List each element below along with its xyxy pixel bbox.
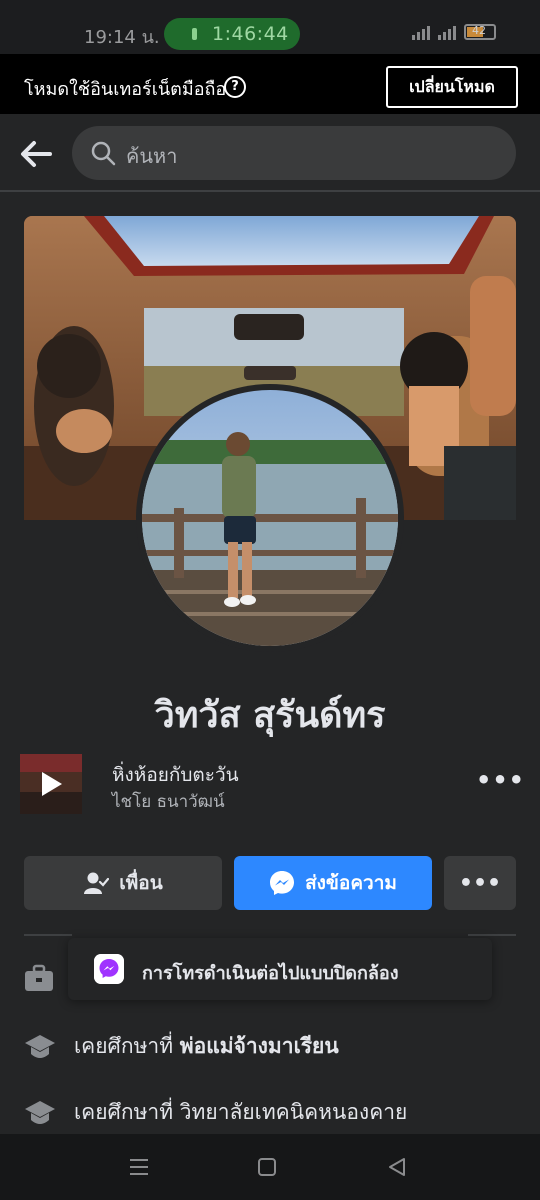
battery-icon: 42 xyxy=(464,24,496,40)
school-name-1[interactable]: พ่อแม่จ้างมาเรียน xyxy=(180,1034,339,1058)
song-artist: ไชโย ธนาวัฒน์ xyxy=(112,792,225,812)
messenger-icon xyxy=(270,871,295,895)
search-icon xyxy=(91,141,116,166)
call-status-toast: การโทรดำเนินต่อไปแบบปิดกล้อง xyxy=(68,938,492,1000)
messenger-icon xyxy=(94,954,124,984)
studied-at-prefix-2: เคยศึกษาที่ xyxy=(74,1099,174,1124)
search-placeholder: ค้นหา xyxy=(126,144,178,168)
education-row-2[interactable]: เคยศึกษาที่ วิทยาลัยเทคนิคหนองคาย xyxy=(24,1092,407,1132)
status-bar: 19:14 น. 1:46:44 42 xyxy=(0,0,540,54)
profile-avatar[interactable] xyxy=(142,390,398,646)
battery-level: 42 xyxy=(472,24,486,37)
nav-back-icon[interactable] xyxy=(386,1156,408,1178)
signal-icon-2 xyxy=(438,24,456,40)
school-name-2[interactable]: วิทยาลัยเทคนิคหนองคาย xyxy=(180,1100,408,1124)
help-icon[interactable]: ? xyxy=(224,76,246,98)
search-input[interactable]: ค้นหา xyxy=(72,126,516,180)
data-mode-text: โหมดใช้อินเทอร์เน็ตมือถือ xyxy=(24,79,227,100)
switch-mode-button[interactable]: เปลี่ยนโหมด xyxy=(386,66,518,108)
signal-icon xyxy=(412,24,430,40)
ongoing-call-pill[interactable]: 1:46:44 xyxy=(164,18,300,50)
send-message-label: ส่งข้อความ xyxy=(305,872,397,894)
more-options-button[interactable]: ••• xyxy=(444,856,516,910)
recents-icon[interactable] xyxy=(128,1158,150,1176)
status-icons: 42 xyxy=(412,24,496,40)
briefcase-icon xyxy=(25,964,53,991)
add-friend-icon xyxy=(84,872,110,894)
call-timer: 1:46:44 xyxy=(212,23,289,45)
avatar-image xyxy=(142,390,398,646)
friends-button[interactable]: เพื่อน xyxy=(24,856,222,910)
phone-icon xyxy=(192,28,197,40)
education-text-2: เคยศึกษาที่ วิทยาลัยเทคนิคหนองคาย xyxy=(74,1096,407,1129)
studied-at-prefix-1: เคยศึกษาที่ xyxy=(74,1033,174,1058)
profile-name: วิทวัส สุรันด์ทร xyxy=(154,695,386,736)
status-time: 19:14 น. xyxy=(84,27,160,48)
section-divider-right xyxy=(468,934,516,936)
song-more-button[interactable]: ••• xyxy=(476,766,525,794)
section-divider-left xyxy=(24,934,72,936)
education-text-1: เคยศึกษาที่ พ่อแม่จ้างมาเรียน xyxy=(74,1030,339,1063)
toast-message: การโทรดำเนินต่อไปแบบปิดกล้อง xyxy=(142,963,399,984)
graduation-cap-icon xyxy=(25,1035,55,1058)
music-album-art[interactable] xyxy=(20,754,82,814)
graduation-cap-icon xyxy=(25,1101,55,1124)
send-message-button[interactable]: ส่งข้อความ xyxy=(234,856,432,910)
header-divider xyxy=(0,190,540,192)
play-icon[interactable] xyxy=(42,772,62,796)
back-arrow-icon[interactable] xyxy=(18,136,54,172)
friends-button-label: เพื่อน xyxy=(119,872,163,894)
education-row-1[interactable]: เคยศึกษาที่ พ่อแม่จ้างมาเรียน xyxy=(24,1026,339,1066)
song-title[interactable]: หิ่งห้อยกับตะวัน xyxy=(112,760,239,790)
system-nav-bar xyxy=(0,1134,540,1200)
home-icon[interactable] xyxy=(258,1158,276,1176)
